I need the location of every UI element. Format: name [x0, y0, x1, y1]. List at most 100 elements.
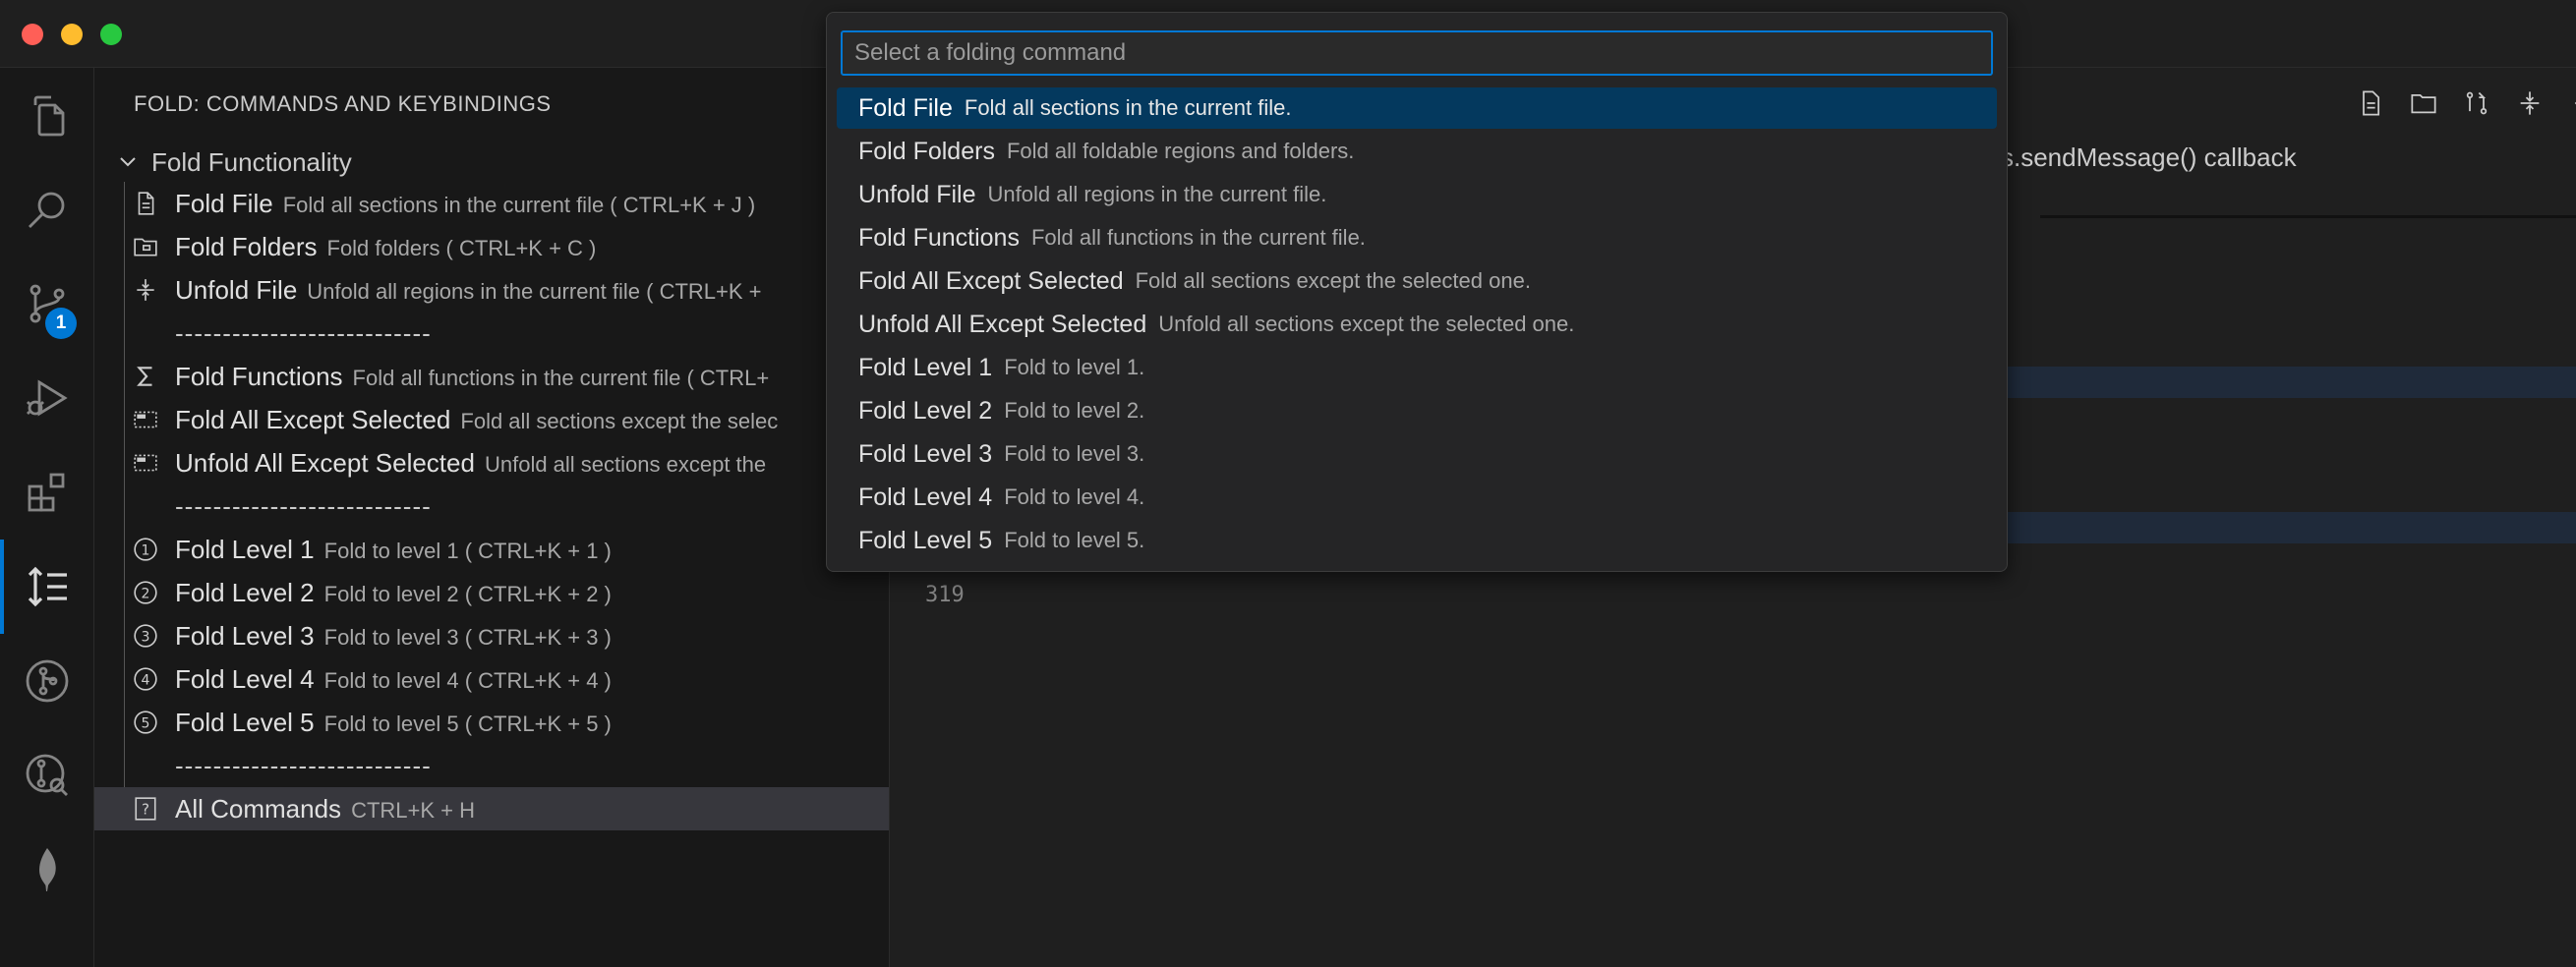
item-label: Fold Functions [175, 361, 343, 391]
tree-item-fold-level-4[interactable]: 4 Fold Level 4 Fold to level 4 ( CTRL+K +… [94, 657, 889, 701]
item-label: Fold Level 5 [858, 526, 993, 554]
quick-pick-item[interactable]: Fold Functions Fold all functions in the … [837, 217, 1997, 258]
svg-text:5: 5 [142, 715, 150, 731]
fold-icon[interactable] [0, 540, 93, 634]
breadcrumb[interactable]: s.sendMessage() callback [2001, 142, 2297, 173]
tree-item-fold-level-2[interactable]: 2 Fold Level 2 Fold to level 2 ( CTRL+K +… [94, 571, 889, 614]
extensions-icon[interactable] [0, 445, 93, 540]
window-maximize-button[interactable] [100, 24, 122, 45]
item-label: Fold Level 5 [175, 707, 315, 737]
item-label: Fold Level 4 [858, 483, 993, 511]
item-label: Fold All Except Selected [175, 404, 451, 434]
source-control-icon[interactable]: 1 [0, 256, 93, 351]
separator: --------------------------- [94, 484, 889, 528]
item-label: Fold Level 3 [858, 439, 993, 468]
svg-text:2: 2 [142, 586, 150, 601]
item-desc: Fold to level 4 ( CTRL+K + 4 ) [323, 667, 612, 693]
item-label: Fold Folders [175, 231, 318, 261]
item-desc: CTRL+K + H [351, 797, 475, 823]
item-desc: Fold to level 4. [1004, 484, 1145, 509]
circled-1-icon: 1 [132, 536, 159, 563]
item-label: Fold Level 1 [858, 353, 993, 381]
window-minimize-button[interactable] [61, 24, 83, 45]
quick-pick-item[interactable]: Unfold File Unfold all regions in the cur… [837, 174, 1997, 215]
quick-pick-item[interactable]: Fold Level 2 Fold to level 2. [837, 390, 1997, 431]
tree-item-fold-all-except-selected[interactable]: Fold All Except Selected Fold all section… [94, 398, 889, 441]
svg-text:3: 3 [142, 629, 150, 645]
separator: --------------------------- [94, 312, 889, 355]
tree-item-fold-level-3[interactable]: 3 Fold Level 3 Fold to level 3 ( CTRL+K +… [94, 614, 889, 657]
item-desc: Fold to level 5 ( CTRL+K + 5 ) [323, 711, 612, 736]
item-label: Unfold All Except Selected [175, 447, 475, 478]
mongodb-leaf-icon[interactable] [0, 823, 93, 917]
item-label: Fold All Except Selected [858, 266, 1124, 295]
item-desc: Fold all sections in the current file. [964, 95, 1292, 120]
tree-item-unfold-all-except-selected[interactable]: Unfold All Except Selected Unfold all sec… [94, 441, 889, 484]
quick-pick-item[interactable]: Fold All Except Selected Fold all section… [837, 260, 1997, 302]
item-desc: Fold all sections in the current file ( … [282, 192, 756, 217]
item-label: Unfold All Except Selected [858, 310, 1147, 338]
item-desc: Fold all functions in the current file (… [352, 365, 770, 390]
quick-pick-item[interactable]: Fold Level 1 Fold to level 1. [837, 347, 1997, 388]
item-desc: Fold to level 3 ( CTRL+K + 3 ) [323, 624, 612, 650]
item-desc: Unfold all regions in the current file. [987, 182, 1327, 206]
window-close-button[interactable] [22, 24, 43, 45]
explorer-icon[interactable] [0, 68, 93, 162]
new-folder-icon[interactable] [2408, 87, 2439, 119]
svg-text:4: 4 [142, 672, 150, 688]
tree-item-fold-file[interactable]: Fold File Fold all sections in the curren… [94, 182, 889, 225]
tree-item-all-commands[interactable]: ? All Commands CTRL+K + H [94, 787, 889, 830]
file-icon [132, 190, 159, 217]
tree-item-unfold-file[interactable]: Unfold File Unfold all regions in the cur… [94, 268, 889, 312]
git-graph-icon[interactable] [0, 634, 93, 728]
separator-label: --------------------------- [175, 317, 432, 348]
tree-item-fold-folders[interactable]: Fold Folders Fold folders ( CTRL+K + C ) [94, 225, 889, 268]
group-label: Fold Functionality [151, 146, 352, 177]
item-desc: Fold all functions in the current file. [1030, 225, 1366, 250]
separator: --------------------------- [94, 744, 889, 787]
fold-sidebar: FOLD: COMMANDS AND KEYBINDINGS Fold Func… [94, 68, 890, 967]
selection-icon [132, 449, 159, 477]
sidebar-title: FOLD: COMMANDS AND KEYBINDINGS [134, 91, 552, 116]
item-label: Unfold File [858, 180, 976, 208]
line-number: 319 [925, 583, 965, 607]
line-highlight [2001, 367, 2576, 398]
arrow-left-icon[interactable] [2567, 87, 2576, 119]
fold-functionality-group[interactable]: Fold Functionality [116, 142, 352, 182]
item-label: Fold File [175, 188, 273, 218]
quick-pick-item[interactable]: Fold Level 5 Fold to level 5. [837, 520, 1997, 561]
folder-icon [132, 233, 159, 260]
item-label: Fold Functions [858, 223, 1020, 252]
collapse-expand-icon[interactable] [2514, 87, 2546, 119]
git-lens-icon[interactable] [0, 728, 93, 823]
svg-text:?: ? [142, 800, 149, 818]
quick-pick-item[interactable]: Fold File Fold all sections in the curren… [837, 87, 1997, 129]
unfold-icon [132, 276, 159, 304]
circled-2-icon: 2 [132, 579, 159, 606]
tree-item-fold-level-5[interactable]: 5 Fold Level 5 Fold to level 5 ( CTRL+K +… [94, 701, 889, 744]
run-debug-icon[interactable] [0, 351, 93, 445]
compare-changes-icon[interactable] [2461, 87, 2492, 119]
quick-pick-input[interactable] [841, 30, 1993, 76]
item-desc: Fold folders ( CTRL+K + C ) [326, 235, 597, 260]
item-desc: Fold to level 1. [1004, 355, 1145, 379]
quick-pick-item[interactable]: Fold Level 4 Fold to level 4. [837, 477, 1997, 518]
separator-label: --------------------------- [175, 750, 432, 780]
sigma-icon [132, 363, 159, 390]
item-desc: Fold to level 3. [1004, 441, 1145, 466]
quick-pick-item[interactable]: Fold Level 3 Fold to level 3. [837, 433, 1997, 475]
item-label: Fold Level 2 [175, 577, 315, 607]
quick-pick-item[interactable]: Fold Folders Fold all foldable regions an… [837, 131, 1997, 172]
circled-5-icon: 5 [132, 709, 159, 736]
item-label: All Commands [175, 793, 342, 824]
editor-scroll-shadow [2040, 215, 2576, 218]
tree-item-fold-functions[interactable]: Fold Functions Fold all functions in the … [94, 355, 889, 398]
item-label: Fold Folders [858, 137, 995, 165]
item-desc: Fold to level 1 ( CTRL+K + 1 ) [323, 538, 612, 563]
tree-item-fold-level-1[interactable]: 1 Fold Level 1 Fold to level 1 ( CTRL+K +… [94, 528, 889, 571]
quick-pick-item[interactable]: Unfold All Except Selected Unfold all sec… [837, 304, 1997, 345]
new-file-icon[interactable] [2355, 87, 2386, 119]
item-desc: Fold all sections except the selected on… [1135, 268, 1531, 293]
circled-3-icon: 3 [132, 622, 159, 650]
search-icon[interactable] [0, 162, 93, 256]
